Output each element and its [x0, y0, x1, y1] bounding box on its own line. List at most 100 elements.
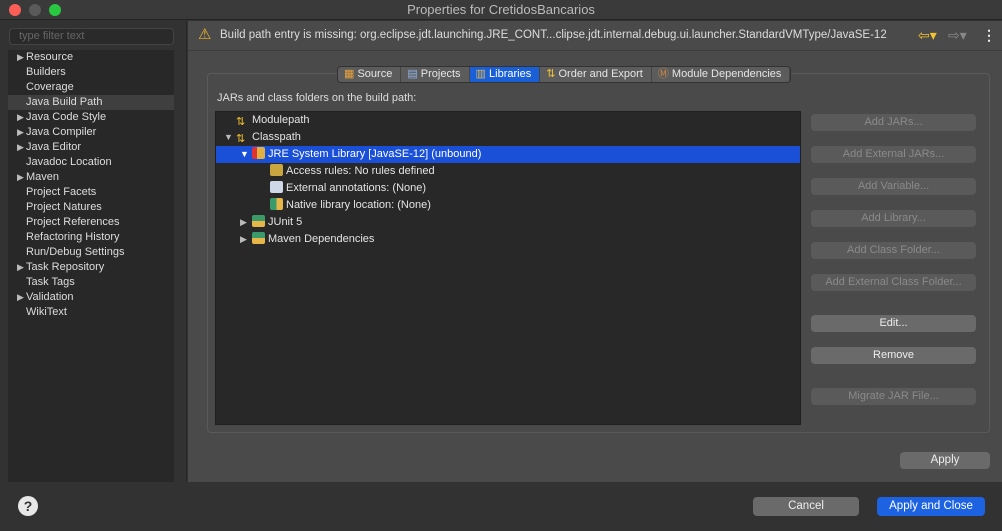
add-class-folder-button[interactable]: Add Class Folder... [811, 242, 976, 259]
nav-item[interactable]: Project Facets [8, 185, 174, 200]
tree-item-external-annotations[interactable]: External annotations: (None) [216, 180, 800, 197]
cancel-button[interactable]: Cancel [753, 497, 859, 516]
zoom-window-button[interactable] [49, 4, 61, 16]
minimize-window-button[interactable] [29, 4, 41, 16]
tab-order-and-export[interactable]: ⇅ Order and Export [540, 67, 652, 82]
nav-item[interactable]: ▶ Validation [8, 290, 174, 305]
expand-icon[interactable]: ▶ [240, 231, 252, 248]
expand-icon[interactable]: ▶ [17, 110, 24, 125]
expand-icon[interactable]: ▶ [240, 214, 252, 231]
nav-item[interactable]: ▶ Resource [8, 50, 174, 65]
expand-icon[interactable]: ▶ [17, 50, 24, 65]
tab-label: Module Dependencies [671, 68, 782, 80]
forward-arrow-icon[interactable]: ⇨▾ [948, 21, 967, 49]
library-icon [252, 232, 265, 244]
nav-label: WikiText [26, 306, 67, 318]
order-arrows-icon: ⇅ [546, 68, 556, 80]
nav-label: Refactoring History [26, 231, 120, 243]
nav-item[interactable]: Coverage [8, 80, 174, 95]
edit-button[interactable]: Edit... [811, 315, 976, 332]
collapse-icon[interactable]: ▼ [240, 146, 252, 163]
collapse-icon[interactable]: ▼ [224, 129, 236, 146]
projects-icon: ▤ [407, 68, 418, 80]
tree-item-classpath[interactable]: ▼ ⇅ Classpath [216, 129, 800, 146]
apply-and-close-button[interactable]: Apply and Close [877, 497, 985, 516]
close-window-button[interactable] [9, 4, 21, 16]
nav-item[interactable]: Refactoring History [8, 230, 174, 245]
nav-item[interactable]: Builders [8, 65, 174, 80]
nav-label: Coverage [26, 81, 74, 93]
add-variable-button[interactable]: Add Variable... [811, 178, 976, 195]
libraries-icon: ▥ [475, 68, 486, 80]
filter-input[interactable]: type filter text [9, 28, 174, 45]
back-arrow-icon[interactable]: ⇦▾ [918, 21, 937, 49]
expand-icon[interactable]: ▶ [17, 170, 24, 185]
tab-label: Libraries [489, 68, 532, 80]
nav-item[interactable]: ▶ Java Editor [8, 140, 174, 155]
nav-item-selected[interactable]: Java Build Path [8, 95, 174, 110]
nav-label: Maven [26, 171, 60, 183]
add-external-jars-button[interactable]: Add External JARs... [811, 146, 976, 163]
tab-projects[interactable]: ▤ Projects [401, 67, 470, 82]
nav-item[interactable]: WikiText [8, 305, 174, 320]
expand-icon[interactable]: ▶ [17, 260, 24, 275]
nav-label: Java Editor [26, 141, 82, 153]
nav-label: Project References [26, 216, 120, 228]
apply-button[interactable]: Apply [900, 452, 990, 469]
expand-icon[interactable]: ▶ [17, 290, 24, 305]
expand-icon[interactable]: ▶ [17, 125, 24, 140]
tab-libraries[interactable]: ▥ Libraries [469, 67, 541, 82]
nav-label: Resource [26, 51, 74, 63]
tree-label: JUnit 5 [268, 216, 303, 228]
nav-label: Javadoc Location [26, 156, 112, 168]
tab-label: Projects [420, 68, 461, 80]
warning-banner: ⚠ Build path entry is missing: org.eclip… [188, 21, 1002, 51]
nav-item[interactable]: Project Natures [8, 200, 174, 215]
annotations-icon [270, 181, 283, 193]
tree-item-jre-library[interactable]: ▼ JRE System Library [JavaSE-12] (unbound… [216, 146, 800, 163]
nav-item[interactable]: Project References [8, 215, 174, 230]
tree-item-junit5[interactable]: ▶ JUnit 5 [216, 214, 800, 231]
nav-item[interactable]: Task Tags [8, 275, 174, 290]
tab-source[interactable]: ▦ Source [338, 67, 402, 82]
nav-item[interactable]: ▶ Java Compiler [8, 125, 174, 140]
expand-icon[interactable]: ▶ [17, 140, 24, 155]
nav-label: Task Tags [26, 276, 75, 288]
add-library-button[interactable]: Add Library... [811, 210, 976, 227]
library-icon [252, 215, 265, 227]
add-external-class-folder-button[interactable]: Add External Class Folder... [811, 274, 976, 291]
tree-label: JRE System Library [JavaSE-12] (unbound) [268, 148, 482, 160]
tree-item-maven-dependencies[interactable]: ▶ Maven Dependencies [216, 231, 800, 248]
library-error-icon [252, 147, 265, 159]
nav-label: Java Build Path [26, 96, 103, 108]
more-menu-icon[interactable]: ⋮ [982, 21, 996, 49]
tab-label: Order and Export [558, 68, 643, 80]
tree-item-access-rules[interactable]: Access rules: No rules defined [216, 163, 800, 180]
nav-item[interactable]: ▶ Java Code Style [8, 110, 174, 125]
tree-item-modulepath[interactable]: ⇅ Modulepath [216, 112, 800, 129]
window-title: Properties for CretidosBancarios [407, 2, 595, 17]
tree-label: Classpath [252, 131, 301, 143]
nav-label: Validation [26, 291, 74, 303]
tree-label: Access rules: No rules defined [286, 165, 435, 177]
warning-icon: ⚠ [198, 26, 212, 43]
nav-item[interactable]: Run/Debug Settings [8, 245, 174, 260]
nav-item[interactable]: Javadoc Location [8, 155, 174, 170]
migrate-jar-button[interactable]: Migrate JAR File... [811, 388, 976, 405]
tree-label: Native library location: (None) [286, 199, 431, 211]
tree-label: External annotations: (None) [286, 182, 427, 194]
nav-item[interactable]: ▶ Maven [8, 170, 174, 185]
help-icon[interactable]: ? [18, 496, 38, 516]
build-path-caption: JARs and class folders on the build path… [217, 92, 417, 104]
remove-button[interactable]: Remove [811, 347, 976, 364]
add-jars-button[interactable]: Add JARs... [811, 114, 976, 131]
build-path-tree[interactable]: ⇅ Modulepath ▼ ⇅ Classpath ▼ JRE System Libr… [215, 111, 801, 425]
tab-label: Source [357, 68, 393, 80]
modulepath-icon: ⇅ [236, 116, 246, 128]
tree-item-native-library[interactable]: Native library location: (None) [216, 197, 800, 214]
tab-module-dependencies[interactable]: Ⓜ Module Dependencies [652, 67, 791, 82]
nav-label: Project Facets [26, 186, 97, 198]
nav-item[interactable]: ▶ Task Repository [8, 260, 174, 275]
nav-label: Java Code Style [26, 111, 107, 123]
nav-label: Task Repository [26, 261, 105, 273]
